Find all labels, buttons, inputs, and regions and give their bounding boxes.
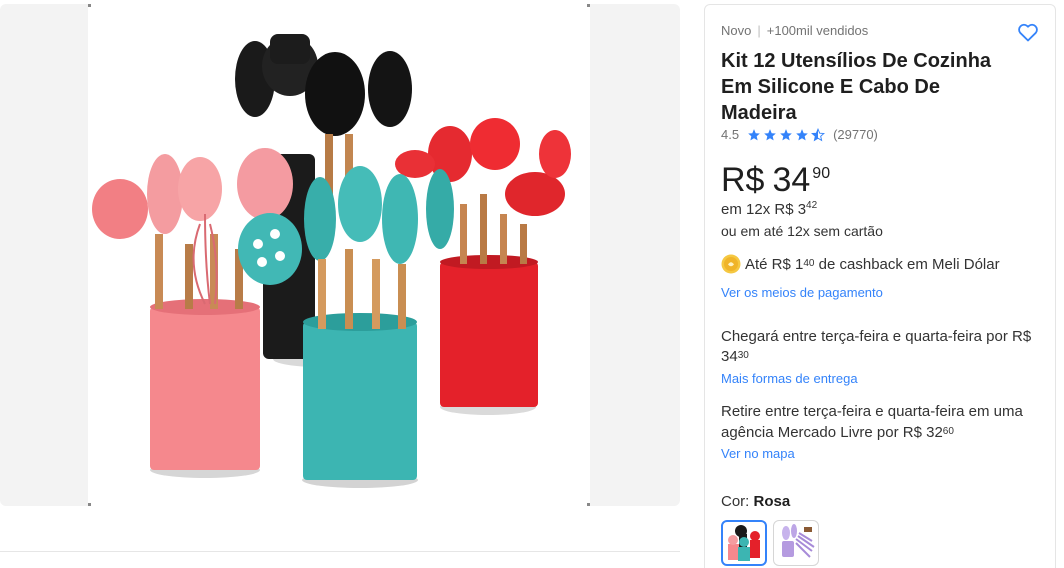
- color-label: Cor:: [721, 493, 754, 510]
- color-swatch-lilas[interactable]: [773, 520, 819, 566]
- installments-no-card: ou em até 12x sem cartão: [721, 223, 883, 239]
- shipping-info: Chegará entre terça-feira e quarta-feira…: [721, 327, 1041, 367]
- installments: em 12x R$ 342: [721, 200, 818, 218]
- star-icon: [748, 128, 760, 140]
- price-cents: 90: [812, 165, 831, 182]
- star-icon: [780, 128, 792, 140]
- shipping-options-link[interactable]: Mais formas de entrega: [721, 371, 858, 386]
- pickup-text: Retire entre terça-feira e quarta-feira …: [721, 403, 1023, 441]
- price-integer: 34: [772, 161, 811, 199]
- product-image[interactable]: [0, 4, 680, 506]
- cashback-suffix: de cashback em Meli Dólar: [814, 255, 1000, 273]
- rating-summary[interactable]: 4.5 (29770): [721, 127, 878, 142]
- color-value: Rosa: [753, 493, 791, 510]
- cashback-cents: 40: [803, 257, 815, 269]
- cashback: Até R$ 1 40 de cashback em Meli Dólar: [721, 254, 1000, 274]
- rating-value: 4.5: [721, 127, 740, 142]
- cashback-prefix: Até R$ 1: [745, 255, 804, 273]
- payment-methods-link[interactable]: Ver os meios de pagamento: [721, 285, 883, 300]
- heart-outline-icon[interactable]: [1016, 20, 1040, 44]
- star-icon: [796, 128, 808, 140]
- separator: |: [757, 23, 761, 38]
- color-selector-label: Cor: Rosa: [721, 493, 790, 510]
- price-currency: R$: [721, 161, 765, 199]
- gallery-divider: [0, 551, 680, 552]
- sold-count: +100mil vendidos: [766, 23, 869, 38]
- installments-cents: 42: [806, 200, 818, 211]
- buy-box: Novo | +100mil vendidos Kit 12 Utensílios …: [704, 4, 1056, 568]
- meli-dolar-coin-icon: [721, 254, 741, 274]
- price: R$ 34 90: [721, 161, 830, 200]
- product-title: Kit 12 Utensílios De Cozinha Em Silicone…: [721, 50, 992, 124]
- review-count: (29770): [833, 127, 878, 142]
- pickup-info: Retire entre terça-feira e quarta-feira …: [721, 401, 1046, 443]
- swatch-thumbnail: [728, 525, 760, 561]
- installments-text: em 12x R$ 3: [721, 201, 807, 218]
- product-gallery[interactable]: [0, 4, 680, 506]
- shipping-text: Chegará entre terça-feira e quarta-feira…: [721, 328, 1032, 365]
- star-half-icon: [811, 127, 826, 141]
- star-icon: [764, 128, 776, 140]
- product-subtitle: Novo | +100mil vendidos: [721, 23, 868, 38]
- rating-stars: [747, 127, 826, 142]
- map-link[interactable]: Ver no mapa: [721, 446, 795, 461]
- color-swatch-rosa[interactable]: [721, 520, 767, 566]
- condition-label: Novo: [721, 23, 752, 38]
- shipping-cents: 30: [737, 350, 749, 361]
- pickup-cents: 60: [942, 426, 954, 437]
- swatch-thumbnail: [782, 524, 815, 558]
